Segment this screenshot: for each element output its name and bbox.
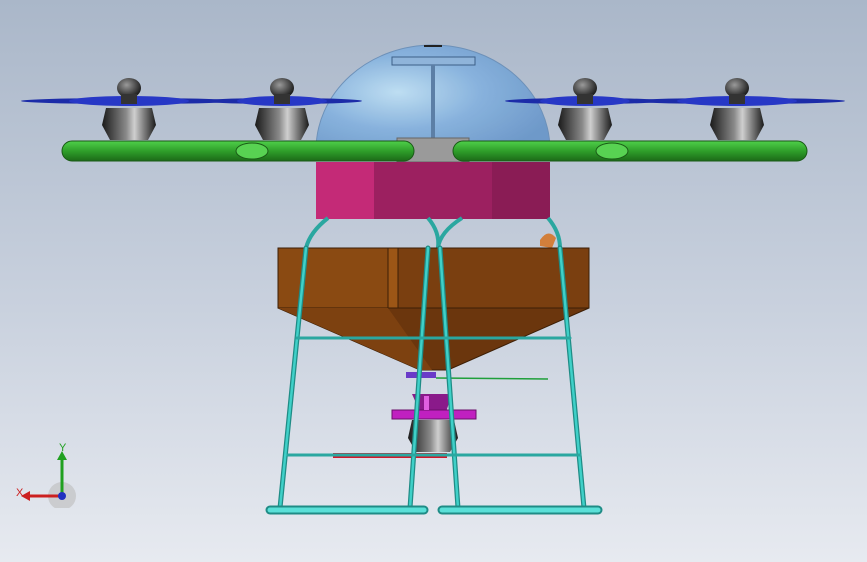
x-axis-label: X <box>16 487 24 499</box>
graphics-viewport[interactable]: Y X <box>0 0 867 562</box>
landing-frame-upper <box>304 216 562 249</box>
main-body <box>316 162 550 219</box>
coordinate-triad: Y X <box>14 442 78 510</box>
canopy-dome <box>315 44 551 151</box>
z-axis-dot <box>58 492 66 500</box>
drone-3d-model[interactable] <box>0 0 867 562</box>
y-axis-label: Y <box>59 442 67 454</box>
seed-hopper <box>277 247 590 371</box>
feed-pipe <box>540 233 556 248</box>
